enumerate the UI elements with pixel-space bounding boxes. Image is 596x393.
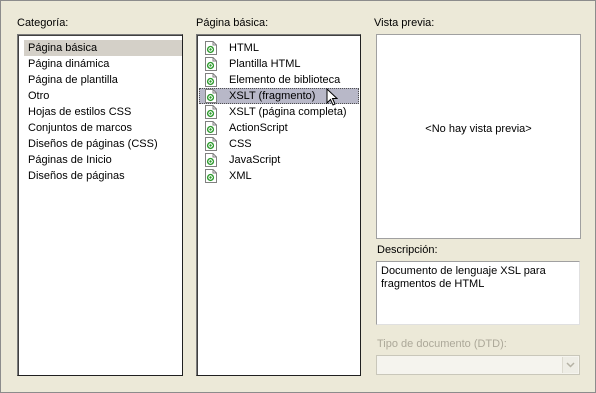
category-item-disenos-de-paginas-css[interactable]: Diseños de páginas (CSS) (26, 136, 160, 152)
category-item-hojas-de-estilos-css[interactable]: Hojas de estilos CSS (26, 104, 133, 120)
no-preview-text: <No hay vista previa> (425, 123, 532, 135)
category-item-label: Página dinámica (28, 58, 110, 70)
page-type-label: Plantilla HTML (229, 58, 301, 70)
document-icon (205, 41, 217, 55)
document-icon (205, 105, 217, 119)
category-item-label: Página básica (28, 42, 98, 54)
pagina-basica-label: Página básica: (196, 17, 269, 29)
category-item-paginas-de-inicio[interactable]: Páginas de Inicio (26, 152, 114, 168)
descripcion-label: Descripción: (377, 244, 438, 256)
document-icon (205, 73, 217, 87)
page-type-label: JavaScript (229, 154, 281, 166)
category-item-pagina-basica[interactable]: Página básica (24, 40, 182, 56)
category-item-otro[interactable]: Otro (26, 88, 51, 104)
dtd-label: Tipo de documento (DTD): (377, 338, 507, 350)
page-type-label: CSS (229, 138, 252, 150)
page-type-label: HTML (229, 42, 259, 54)
category-item-pagina-dinamica[interactable]: Página dinámica (26, 56, 111, 72)
categoria-label: Categoría: (17, 17, 69, 29)
page-type-label: XML (229, 170, 252, 182)
document-icon (205, 121, 217, 135)
dropdown-arrow[interactable] (562, 357, 578, 373)
page-type-list[interactable]: HTML Plantilla HTML Elemento de biblioteca… (196, 34, 361, 376)
vista-previa-label: Vista previa: (374, 17, 435, 29)
category-item-label: Diseños de páginas (CSS) (28, 138, 158, 150)
document-icon (205, 137, 217, 151)
category-item-pagina-de-plantilla[interactable]: Página de plantilla (26, 72, 120, 88)
chevron-down-icon (566, 362, 575, 368)
dtd-select[interactable] (376, 355, 580, 375)
document-icon (205, 153, 217, 167)
description-text: Documento de lenguaje XSL para fragmento… (376, 261, 580, 325)
category-item-conjuntos-de-marcos[interactable]: Conjuntos de marcos (26, 120, 134, 136)
category-item-label: Otro (28, 90, 50, 102)
preview-pane: <No hay vista previa> (376, 34, 581, 239)
page-type-label: XSLT (página completa) (229, 106, 347, 118)
category-item-label: Conjuntos de marcos (28, 122, 132, 134)
category-item-label: Hojas de estilos CSS (28, 106, 132, 118)
category-list[interactable]: Página básica Página dinámica Página de … (17, 34, 183, 376)
category-item-label: Página de plantilla (28, 74, 118, 86)
category-item-label: Páginas de Inicio (28, 154, 112, 166)
page-type-label: Elemento de biblioteca (229, 74, 341, 86)
category-item-disenos-de-paginas[interactable]: Diseños de páginas (26, 168, 127, 184)
new-document-dialog-panel: Categoría: Página básica Página dinámica… (0, 0, 596, 393)
page-type-label: ActionScript (229, 122, 288, 134)
category-item-label: Diseños de páginas (28, 170, 125, 182)
document-icon (205, 89, 217, 103)
document-icon (205, 169, 217, 183)
document-icon (205, 57, 217, 71)
page-type-label: XSLT (fragmento) (229, 90, 316, 102)
